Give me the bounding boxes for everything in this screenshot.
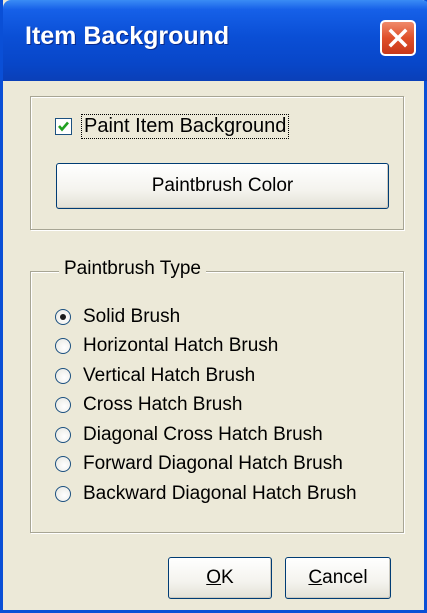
paintbrush-color-button[interactable]: Paintbrush Color	[56, 163, 389, 209]
paintbrush-type-options: Solid Brush Horizontal Hatch Brush Verti…	[55, 302, 357, 509]
radio-button-backward-diagonal-hatch-brush[interactable]	[55, 485, 71, 502]
checkmark-icon	[58, 121, 69, 132]
radio-label: Cross Hatch Brush	[83, 394, 243, 416]
radio-label: Diagonal Cross Hatch Brush	[83, 423, 323, 445]
radio-label: Forward Diagonal Hatch Brush	[83, 453, 343, 475]
radio-button-forward-diagonal-hatch-brush[interactable]	[55, 456, 71, 473]
ok-label-rest: K	[221, 567, 234, 588]
radio-label: Backward Diagonal Hatch Brush	[83, 482, 357, 504]
dialog-window: Item Background Paint Item Background Pa…	[0, 0, 427, 613]
title-bar[interactable]: Item Background	[3, 0, 427, 81]
radio-option-solid-brush[interactable]: Solid Brush	[55, 302, 357, 332]
radio-button-diagonal-cross-hatch-brush[interactable]	[55, 426, 71, 443]
cancel-label-rest: ancel	[322, 567, 368, 588]
radio-button-vertical-hatch-brush[interactable]	[55, 367, 71, 384]
radio-label: Horizontal Hatch Brush	[83, 335, 279, 357]
radio-label: Solid Brush	[83, 305, 181, 327]
ok-button[interactable]: OK	[168, 557, 272, 599]
cancel-button[interactable]: Cancel	[285, 557, 391, 599]
radio-button-horizontal-hatch-brush[interactable]	[55, 338, 71, 355]
radio-option-horizontal-hatch-brush[interactable]: Horizontal Hatch Brush	[55, 332, 357, 362]
ok-mnemonic: O	[206, 567, 222, 588]
radio-option-vertical-hatch-brush[interactable]: Vertical Hatch Brush	[55, 361, 357, 391]
radio-selected-dot	[60, 313, 66, 320]
cancel-mnemonic: C	[308, 567, 323, 588]
paint-item-background-checkbox[interactable]	[55, 118, 72, 135]
paint-item-background-label: Paint Item Background	[81, 114, 290, 139]
radio-option-diagonal-cross-hatch-brush[interactable]: Diagonal Cross Hatch Brush	[55, 420, 357, 450]
radio-option-forward-diagonal-hatch-brush[interactable]: Forward Diagonal Hatch Brush	[55, 450, 357, 480]
radio-option-backward-diagonal-hatch-brush[interactable]: Backward Diagonal Hatch Brush	[55, 479, 357, 509]
close-button[interactable]	[380, 20, 416, 56]
radio-button-solid-brush[interactable]	[55, 308, 71, 325]
radio-option-cross-hatch-brush[interactable]: Cross Hatch Brush	[55, 391, 357, 421]
radio-label: Vertical Hatch Brush	[83, 364, 256, 386]
radio-button-cross-hatch-brush[interactable]	[55, 397, 71, 414]
paint-item-background-checkbox-row[interactable]: Paint Item Background	[55, 114, 290, 139]
close-icon	[388, 28, 408, 48]
window-title: Item Background	[25, 22, 230, 50]
paintbrush-type-legend: Paintbrush Type	[59, 258, 206, 280]
